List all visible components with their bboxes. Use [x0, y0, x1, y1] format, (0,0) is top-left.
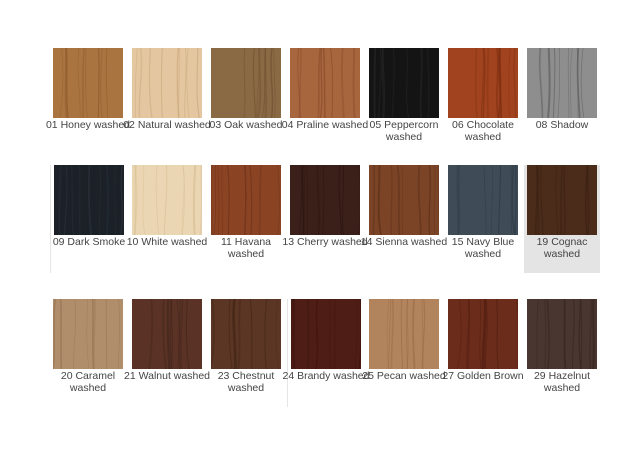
swatch-chip	[369, 165, 439, 235]
swatch-praline-washed[interactable]: 04 Praline washed	[282, 48, 368, 156]
swatch-row-2: 09 Dark Smoke 10 White washed 11 Havana …	[0, 165, 640, 275]
wood-grain-line	[486, 48, 490, 118]
swatch-natural-washed[interactable]: 02 Natural washed	[123, 48, 211, 156]
swatch-hazelnut-washed[interactable]: 29 Hazelnut washed	[524, 299, 600, 407]
swatch-chip	[527, 48, 597, 118]
swatch-pecan-washed[interactable]: 25 Pecan washed	[362, 299, 446, 407]
wood-grain-line	[59, 299, 63, 369]
swatch-chip	[291, 299, 361, 369]
swatch-chip	[448, 165, 518, 235]
swatch-caramel-washed[interactable]: 20 Caramel washed	[50, 299, 126, 407]
swatch-label: 05 Peppercorn washed	[369, 119, 439, 143]
swatch-label: 02 Natural washed	[123, 119, 211, 131]
finish-swatch-grid: 01 Honey washed 02 Natural washed 03 Oak…	[0, 0, 640, 468]
swatch-oak-washed[interactable]: 03 Oak washed	[208, 48, 284, 156]
swatch-dark-smoke[interactable]: 09 Dark Smoke	[50, 165, 126, 273]
swatch-label: 20 Caramel washed	[60, 370, 116, 394]
swatch-chestnut-washed[interactable]: 23 Chestnut washed	[208, 299, 284, 407]
swatch-label: 24 Brandy washed	[282, 370, 370, 382]
swatch-cognac-washed[interactable]: 19 Cognac washed	[524, 165, 600, 273]
wood-grain-line	[592, 299, 595, 369]
wood-grain-line	[401, 165, 404, 235]
swatch-brandy-washed[interactable]: 24 Brandy washed	[283, 299, 369, 407]
swatch-chip	[290, 165, 360, 235]
swatch-chip	[211, 165, 281, 235]
swatch-fill	[290, 165, 360, 235]
swatch-shadow[interactable]: 08 Shadow	[524, 48, 600, 156]
wood-grain-line	[537, 165, 540, 235]
wood-grain-line	[306, 299, 310, 369]
wood-grain-line	[334, 299, 336, 369]
swatch-label: 13 Cherry washed	[282, 236, 368, 248]
swatch-label: 14 Sienna washed	[360, 236, 448, 248]
swatch-label: 29 Hazelnut washed	[533, 370, 591, 394]
wood-grain-line	[211, 165, 213, 235]
swatch-row-1: 01 Honey washed 02 Natural washed 03 Oak…	[0, 48, 640, 158]
swatch-honey-washed[interactable]: 01 Honey washed	[46, 48, 130, 156]
swatch-fill	[211, 299, 281, 369]
swatch-golden-brown[interactable]: 27 Golden Brown	[442, 299, 524, 407]
swatch-chip	[132, 165, 202, 235]
swatch-chip	[53, 299, 123, 369]
swatch-fill	[53, 48, 123, 118]
swatch-chocolate-washed[interactable]: 06 Chocolate washed	[445, 48, 521, 156]
swatch-label: 10 White washed	[126, 236, 208, 248]
swatch-label: 23 Chestnut washed	[217, 370, 275, 394]
wood-grain-line	[496, 48, 500, 118]
wood-grain-line	[510, 165, 513, 235]
wood-grain-line	[352, 48, 356, 118]
swatch-fill	[132, 48, 202, 118]
swatch-label: 03 Oak washed	[209, 119, 283, 131]
wood-grain-line	[563, 299, 567, 369]
wood-grain-line	[243, 48, 246, 118]
swatch-navy-blue-washed[interactable]: 15 Navy Blue washed	[445, 165, 521, 273]
swatch-label: 25 Pecan washed	[362, 370, 446, 382]
swatch-chip	[211, 299, 281, 369]
swatch-chip	[290, 48, 360, 118]
swatch-havana-washed[interactable]: 11 Havana washed	[208, 165, 284, 273]
swatch-label: 09 Dark Smoke	[52, 236, 126, 248]
swatch-chip	[369, 48, 439, 118]
swatch-label: 15 Navy Blue washed	[451, 236, 515, 260]
swatch-chip	[369, 299, 439, 369]
wood-grain-line	[237, 299, 242, 369]
swatch-sienna-washed[interactable]: 14 Sienna washed	[361, 165, 447, 273]
swatch-fill	[527, 48, 597, 118]
wood-grain-line	[315, 299, 319, 369]
swatch-chip	[53, 48, 123, 118]
wood-grain-line	[456, 165, 460, 235]
swatch-label: 27 Golden Brown	[442, 370, 524, 382]
wood-grain-line	[372, 165, 376, 235]
swatch-label: 11 Havana washed	[220, 236, 271, 260]
swatch-label: 21 Walnut washed	[124, 370, 210, 382]
wood-grain-line	[567, 48, 570, 118]
swatch-label: 19 Cognac washed	[536, 236, 588, 260]
swatch-walnut-washed[interactable]: 21 Walnut washed	[124, 299, 210, 407]
wood-grain-line	[563, 165, 566, 235]
swatch-white-washed[interactable]: 10 White washed	[127, 165, 207, 273]
swatch-chip	[448, 48, 518, 118]
swatch-row-3: 20 Caramel washed 21 Walnut washed 23 Ch…	[0, 299, 640, 409]
wood-grain-line	[78, 165, 81, 235]
swatch-chip	[448, 299, 518, 369]
swatch-label: 08 Shadow	[535, 119, 589, 131]
swatch-label: 01 Honey washed	[45, 119, 131, 131]
swatch-chip	[211, 48, 281, 118]
swatch-chip	[527, 165, 597, 235]
swatch-label: 04 Praline washed	[281, 119, 369, 131]
swatch-cherry-washed[interactable]: 13 Cherry washed	[282, 165, 368, 273]
swatch-chip	[527, 299, 597, 369]
swatch-label: 06 Chocolate washed	[452, 119, 514, 143]
wood-grain-line	[97, 48, 100, 118]
swatch-chip	[132, 48, 202, 118]
wood-grain-line	[544, 299, 547, 369]
swatch-chip	[54, 165, 124, 235]
swatch-peppercorn-washed[interactable]: 05 Peppercorn washed	[366, 48, 442, 156]
swatch-fill	[291, 299, 361, 369]
swatch-chip	[132, 299, 202, 369]
swatch-fill	[369, 299, 439, 369]
